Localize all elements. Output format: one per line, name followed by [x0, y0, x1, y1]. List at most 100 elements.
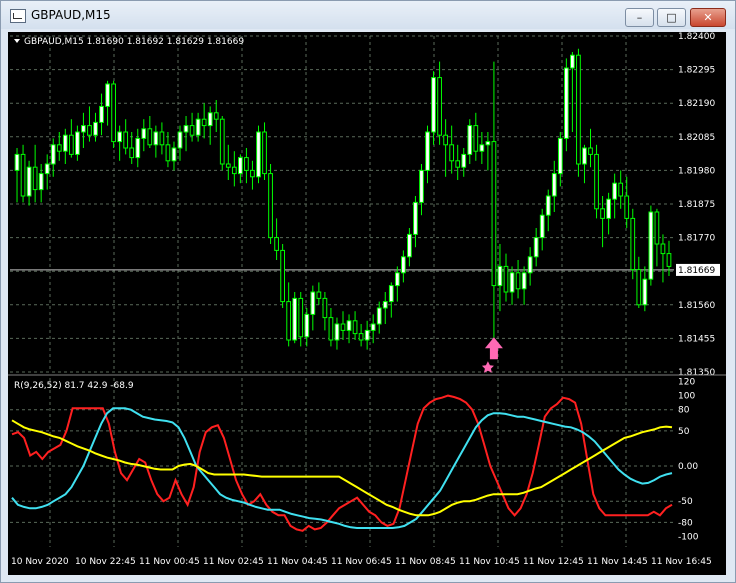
bear-candle	[274, 237, 279, 251]
bull-candle	[570, 54, 575, 69]
indicator-tick-label: 120	[678, 378, 695, 388]
bull-candle	[99, 105, 104, 123]
price-tick-label: 1.81770	[678, 234, 715, 244]
bear-candle	[624, 195, 630, 219]
bear-candle	[636, 269, 642, 306]
bear-candle	[328, 317, 334, 341]
indicator-tick-label: 50	[678, 427, 690, 437]
bull-candle	[135, 137, 141, 159]
bull-candle	[117, 131, 123, 143]
close-button[interactable]: ✕	[690, 8, 726, 27]
bull-candle	[551, 173, 557, 197]
bull-candle	[612, 182, 618, 200]
indicator-tick-label: -80	[678, 518, 693, 528]
price-tick-label: 1.82190	[678, 99, 715, 109]
bull-candle	[606, 198, 611, 219]
bear-candle	[666, 253, 672, 267]
bull-candle	[81, 125, 86, 133]
minimize-button[interactable]: –	[625, 8, 654, 27]
bear-candle	[147, 128, 153, 146]
bear-candle	[87, 125, 92, 136]
bull-candle	[62, 134, 68, 152]
bull-candle	[195, 118, 201, 136]
bear-candle	[244, 157, 249, 171]
price-tick-label: 1.81350	[678, 368, 715, 378]
bull-candle	[407, 233, 412, 258]
title-bar: GBPAUD,M15 – □ ✕	[1, 1, 735, 29]
bear-candle	[576, 54, 581, 165]
price-chart-title: GBPAUD,M15 1.81690 1.81692 1.81629 1.816…	[24, 37, 244, 47]
bull-candle	[413, 201, 418, 235]
bull-candle	[304, 313, 310, 338]
maximize-button[interactable]: □	[657, 8, 686, 27]
indicator-series-line	[11, 394, 673, 532]
bear-candle	[280, 249, 286, 303]
chart-svg: 1.82400 1.82295 1.82190 1.82085 1.81980 1.818…	[8, 32, 726, 567]
bull-candle	[479, 144, 485, 152]
price-tick-label: 1.82400	[678, 32, 715, 42]
bull-candle	[425, 131, 430, 171]
bull-candle	[521, 272, 527, 290]
indicator-tick-label: 80	[678, 406, 690, 416]
bear-candle	[219, 118, 225, 165]
bear-candle	[165, 144, 171, 162]
time-tick-label: 11 Nov 14:45	[587, 557, 648, 567]
bull-candle	[557, 137, 563, 175]
bear-candle	[594, 153, 599, 210]
bear-candle	[437, 77, 442, 136]
bear-candle	[654, 211, 660, 245]
bear-candle	[322, 297, 328, 319]
bull-candle	[394, 272, 400, 287]
window-title: GBPAUD,M15	[31, 8, 111, 22]
bull-candle	[364, 329, 370, 341]
bull-candle	[382, 301, 388, 309]
bull-candle	[533, 237, 539, 258]
bear-candle	[68, 134, 74, 155]
bear-candle	[618, 182, 624, 197]
bear-candle	[159, 131, 165, 146]
bull-candle	[539, 214, 545, 239]
bear-candle	[515, 272, 521, 290]
bear-candle	[189, 125, 195, 136]
bull-candle	[642, 278, 648, 306]
time-tick-label: 11 Nov 16:45	[651, 557, 712, 567]
bear-candle	[129, 147, 135, 159]
bear-candle	[20, 153, 26, 197]
bear-candle	[32, 166, 38, 191]
bull-candle	[431, 77, 436, 133]
bear-candle	[225, 163, 231, 168]
bull-candle	[26, 166, 32, 197]
bull-candle	[38, 173, 44, 191]
price-tick-label: 1.81560	[678, 301, 715, 311]
bear-candle	[503, 265, 509, 293]
bull-candle	[207, 112, 213, 127]
bear-candle	[123, 131, 129, 149]
bear-candle	[213, 112, 219, 120]
bull-candle	[44, 163, 50, 175]
bull-candle	[171, 147, 177, 162]
bull-candle	[177, 131, 183, 149]
bull-candle	[75, 131, 80, 155]
indicator-tick-label: 0.00	[678, 462, 698, 472]
price-tick-label: 1.81455	[678, 334, 715, 344]
bull-candle	[238, 157, 243, 175]
time-tick-label: 11 Nov 08:45	[395, 557, 456, 567]
time-tick-label: 10 Nov 2020	[11, 557, 69, 567]
bear-candle	[340, 323, 346, 331]
bear-candle	[473, 125, 479, 152]
close-icon: ✕	[703, 11, 713, 24]
indicator-tick-label: -50	[678, 497, 693, 507]
bear-candle	[298, 297, 304, 338]
bear-candle	[443, 134, 448, 146]
bear-candle	[630, 217, 636, 271]
bull-candle	[509, 272, 515, 293]
signal-star-icon	[481, 361, 494, 373]
bull-candle	[461, 153, 467, 168]
chart-canvas[interactable]: 1.82400 1.82295 1.82190 1.82085 1.81980 1.818…	[8, 32, 726, 575]
bear-candle	[231, 166, 237, 175]
bear-candle	[588, 147, 593, 155]
bear-candle	[316, 291, 322, 299]
bull-candle	[497, 265, 503, 287]
chart-window-icon	[10, 9, 26, 23]
bear-candle	[660, 243, 666, 255]
